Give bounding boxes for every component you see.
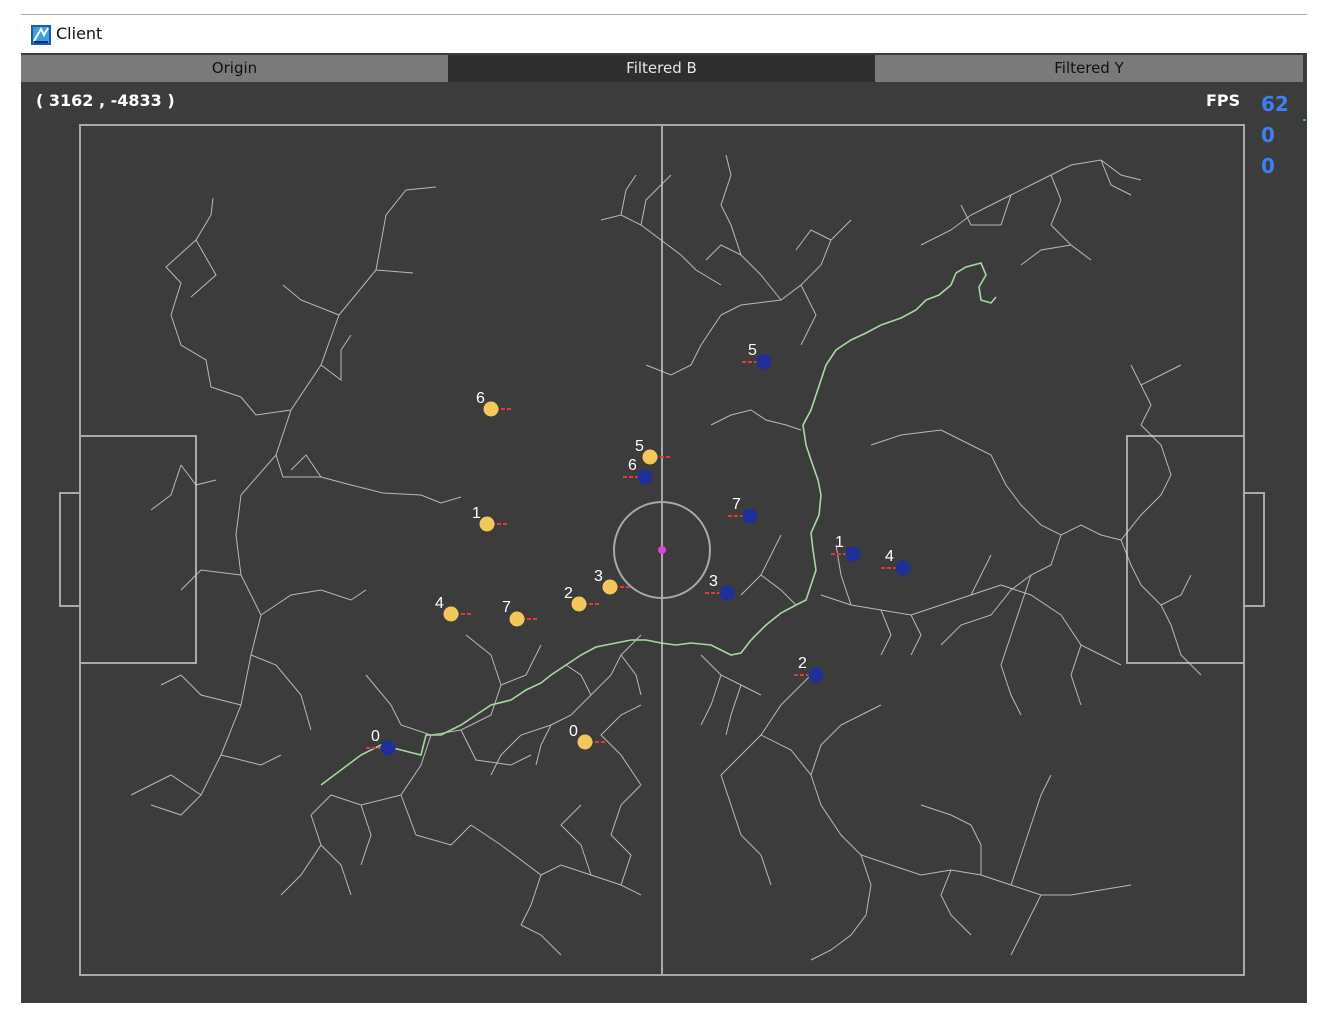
- robot-id-label: 4: [885, 548, 894, 565]
- search-tree-lines: [130, 154, 1202, 961]
- yellow-robot-2[interactable]: 2: [564, 585, 601, 612]
- robot-id-label: 2: [564, 585, 573, 602]
- robot-id-label: 4: [435, 595, 444, 612]
- client-window: Client Origin Filtered B Filtered Y ( 31…: [21, 14, 1307, 1003]
- yellow-robot-4[interactable]: 4: [435, 595, 473, 622]
- robot-id-label: 2: [798, 655, 807, 672]
- field-canvas[interactable]: 6 5 1 3 2 4 7 0 5 6 7 3 1 4 2 0: [21, 15, 1307, 1003]
- robot-id-label: 3: [594, 568, 603, 585]
- robot-id-label: 1: [835, 534, 844, 551]
- right-penalty-area: [1126, 435, 1245, 664]
- blue-robot-1[interactable]: 1: [831, 534, 861, 562]
- blue-robot-2[interactable]: 2: [794, 655, 824, 683]
- robot-id-label: 6: [628, 457, 637, 474]
- robot-id-label: 6: [476, 390, 485, 407]
- left-penalty-area: [79, 435, 197, 664]
- blue-team: 5 6 7 3 1 4 2 0: [366, 342, 911, 756]
- robot-id-label: 5: [748, 342, 757, 359]
- yellow-robot-0[interactable]: 0: [569, 723, 607, 750]
- robot-id-label: 1: [472, 505, 481, 522]
- robot-id-label: 7: [732, 496, 741, 513]
- ball: [658, 546, 666, 554]
- blue-robot-4[interactable]: 4: [881, 548, 911, 576]
- blue-robot-0[interactable]: 0: [366, 728, 396, 756]
- yellow-robot-7[interactable]: 7: [502, 599, 539, 627]
- robot-id-label: 0: [569, 723, 578, 740]
- robot-id-label: 5: [635, 438, 644, 455]
- blue-robot-5[interactable]: 5: [742, 342, 772, 370]
- yellow-robot-5[interactable]: 5: [635, 438, 672, 465]
- yellow-robot-6[interactable]: 6: [476, 390, 513, 417]
- robot-id-label: 7: [502, 599, 511, 616]
- yellow-team: 6 5 1 3 2 4 7 0: [435, 390, 672, 750]
- robot-id-label: 0: [371, 728, 380, 745]
- yellow-robot-1[interactable]: 1: [472, 505, 509, 532]
- blue-robot-3[interactable]: 3: [705, 573, 735, 601]
- robot-id-label: 3: [709, 573, 718, 590]
- right-goal: [1243, 492, 1265, 607]
- planned-path: [320, 262, 997, 786]
- left-goal: [59, 492, 81, 607]
- blue-robot-7[interactable]: 7: [728, 496, 758, 524]
